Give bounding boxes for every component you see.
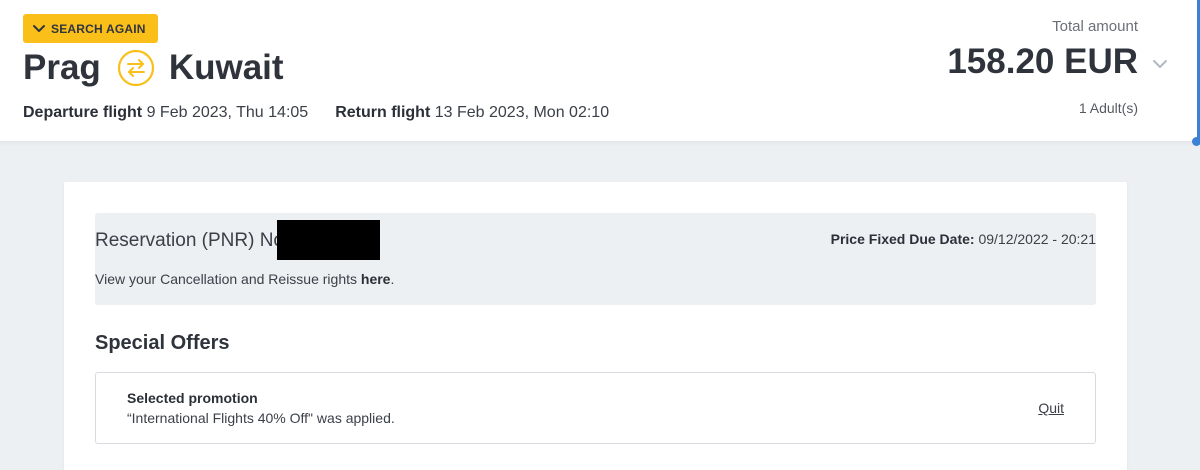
reservation-card: Reservation (PNR) No: Price Fixed Due Da… — [64, 182, 1127, 470]
scroll-handle[interactable] — [1192, 137, 1200, 146]
booking-header: SEARCH AGAIN Prag Kuwait Departure fligh… — [0, 0, 1200, 146]
departure-label: Departure flight — [23, 104, 143, 121]
flight-dates: Departure flight 9 Feb 2023, Thu 14:05 R… — [23, 104, 609, 122]
return-value: 13 Feb 2023, Mon 02:10 — [434, 104, 610, 121]
departure-value: 9 Feb 2023, Thu 14:05 — [146, 104, 309, 121]
cancellation-rights-text: View your Cancellation and Reissue right… — [95, 271, 394, 287]
return-label: Return flight — [335, 104, 431, 121]
search-again-label: SEARCH AGAIN — [51, 21, 146, 36]
route-title: Prag Kuwait — [23, 48, 284, 88]
due-date-label: Price Fixed Due Date: — [830, 231, 975, 247]
search-again-button[interactable]: SEARCH AGAIN — [23, 14, 158, 43]
reservation-summary — [95, 213, 1096, 305]
total-amount-value[interactable]: 158.20 EUR — [947, 42, 1138, 82]
due-date-value: 09/12/2022 - 20:21 — [974, 231, 1096, 247]
total-amount-label: Total amount — [1052, 18, 1138, 35]
rights-suffix: . — [390, 271, 395, 287]
chevron-down-icon[interactable] — [1152, 58, 1168, 70]
destination-city: Kuwait — [168, 48, 284, 87]
special-offers-title: Special Offers — [95, 332, 230, 354]
departure-info: Departure flight 9 Feb 2023, Thu 14:05 — [23, 104, 308, 122]
return-info: Return flight 13 Feb 2023, Mon 02:10 — [335, 104, 609, 122]
promotion-box: Selected promotion “International Flight… — [95, 372, 1096, 444]
promotion-title: Selected promotion — [127, 390, 258, 406]
quit-promotion-link[interactable]: Quit — [1038, 400, 1064, 416]
rights-text: View your Cancellation and Reissue right… — [95, 271, 361, 287]
rights-link[interactable]: here — [361, 271, 391, 287]
price-fixed-due-date: Price Fixed Due Date: 09/12/2022 - 20:21 — [831, 231, 1096, 247]
swap-arrows-icon — [117, 49, 154, 87]
chevron-down-icon — [33, 24, 45, 32]
pnr-redacted-value — [277, 220, 380, 260]
origin-city: Prag — [23, 48, 101, 87]
passenger-count: 1 Adult(s) — [1078, 100, 1138, 116]
promotion-description: “International Flights 40% Off" was appl… — [127, 410, 395, 426]
pnr-label: Reservation (PNR) No: — [95, 230, 290, 251]
